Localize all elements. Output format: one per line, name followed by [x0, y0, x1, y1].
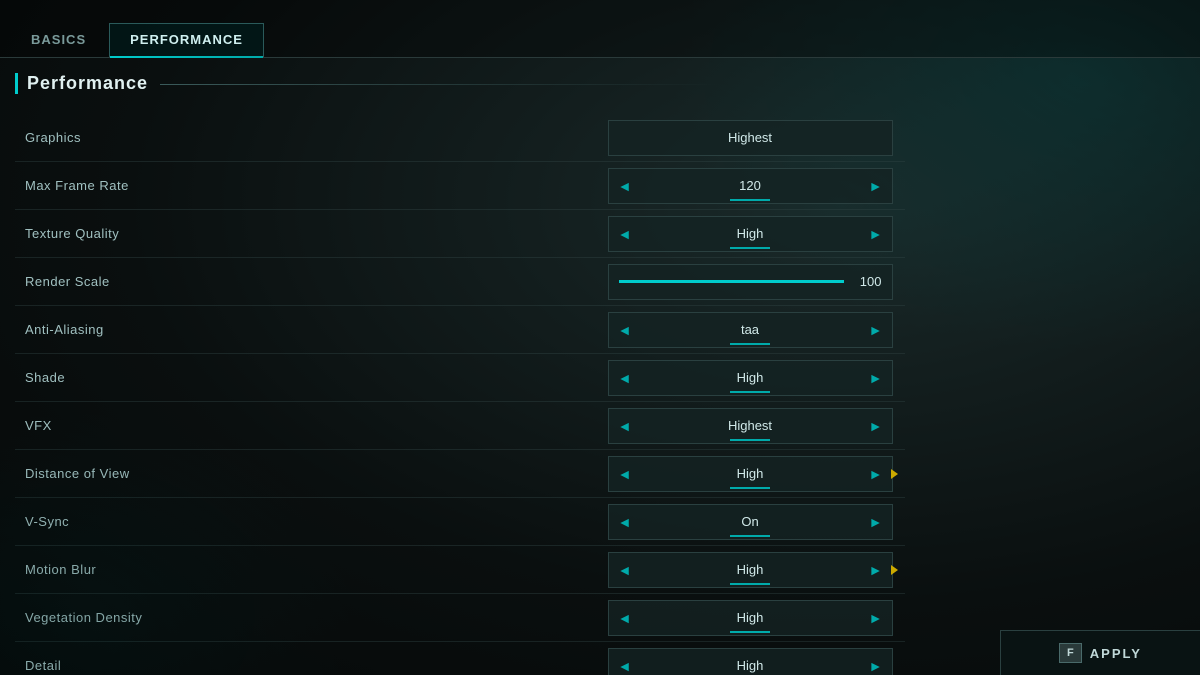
setting-row-render-scale: Render Scale 100 [15, 258, 905, 306]
arrow-control-distance-of-view: ◄High► [608, 456, 893, 492]
arrow-control-max-frame-rate: ◄120► [608, 168, 893, 204]
arrow-left-v-sync[interactable]: ◄ [609, 504, 641, 540]
arrow-left-detail[interactable]: ◄ [609, 648, 641, 675]
setting-row-texture-quality: Texture Quality◄High► [15, 210, 905, 258]
setting-control-motion-blur: ◄High► [605, 552, 895, 588]
arrow-control-vegetation-density: ◄High► [608, 600, 893, 636]
arrow-right-vfx[interactable]: ► [860, 408, 892, 444]
arrow-right-shade[interactable]: ► [860, 360, 892, 396]
setting-row-anti-aliasing: Anti-Aliasing◄taa► [15, 306, 905, 354]
settings-panel: GraphicsHighestMax Frame Rate◄120►Textur… [15, 114, 905, 675]
arrow-control-vfx: ◄Highest► [608, 408, 893, 444]
arrow-control-texture-quality: ◄High► [608, 216, 893, 252]
arrow-value-detail: High [641, 658, 860, 673]
setting-row-motion-blur: Motion Blur◄High► [15, 546, 905, 594]
slider-fill-render-scale [619, 280, 844, 283]
arrow-value-vegetation-density: High [641, 610, 860, 625]
apply-label: APPLY [1090, 646, 1142, 661]
arrow-value-distance-of-view: High [641, 466, 860, 481]
setting-control-graphics: Highest [605, 120, 895, 156]
setting-row-max-frame-rate: Max Frame Rate◄120► [15, 162, 905, 210]
setting-label-detail: Detail [25, 658, 605, 673]
setting-label-motion-blur: Motion Blur [25, 562, 605, 577]
setting-control-distance-of-view: ◄High► [605, 456, 895, 492]
setting-row-distance-of-view: Distance of View◄High► [15, 450, 905, 498]
static-value-graphics: Highest [608, 120, 893, 156]
arrow-right-max-frame-rate[interactable]: ► [860, 168, 892, 204]
arrow-left-anti-aliasing[interactable]: ◄ [609, 312, 641, 348]
setting-control-v-sync: ◄On► [605, 504, 895, 540]
setting-label-anti-aliasing: Anti-Aliasing [25, 322, 605, 337]
slider-track-render-scale [619, 280, 844, 283]
arrow-right-distance-of-view[interactable]: ► [860, 456, 892, 492]
setting-row-v-sync: V-Sync◄On► [15, 498, 905, 546]
setting-label-shade: Shade [25, 370, 605, 385]
arrow-right-motion-blur[interactable]: ► [860, 552, 892, 588]
setting-control-render-scale: 100 [605, 264, 895, 300]
setting-label-texture-quality: Texture Quality [25, 226, 605, 241]
setting-control-shade: ◄High► [605, 360, 895, 396]
setting-row-vfx: VFX◄Highest► [15, 402, 905, 450]
setting-row-shade: Shade◄High► [15, 354, 905, 402]
warn-indicator-distance-of-view [891, 469, 898, 479]
arrow-control-detail: ◄High► [608, 648, 893, 675]
arrow-value-vfx: Highest [641, 418, 860, 433]
arrow-right-detail[interactable]: ► [860, 648, 892, 675]
arrow-left-vfx[interactable]: ◄ [609, 408, 641, 444]
arrow-value-shade: High [641, 370, 860, 385]
arrow-value-max-frame-rate: 120 [641, 178, 860, 193]
section-header: Performance [15, 73, 1200, 94]
setting-label-v-sync: V-Sync [25, 514, 605, 529]
arrow-left-max-frame-rate[interactable]: ◄ [609, 168, 641, 204]
setting-control-texture-quality: ◄High► [605, 216, 895, 252]
arrow-left-vegetation-density[interactable]: ◄ [609, 600, 641, 636]
tab-performance[interactable]: PERFORMANCE [109, 23, 264, 57]
setting-label-vegetation-density: Vegetation Density [25, 610, 605, 625]
arrow-value-v-sync: On [641, 514, 860, 529]
page-title: Performance [15, 73, 720, 94]
arrow-right-v-sync[interactable]: ► [860, 504, 892, 540]
setting-control-detail: ◄High► [605, 648, 895, 675]
setting-label-render-scale: Render Scale [25, 274, 605, 289]
setting-label-max-frame-rate: Max Frame Rate [25, 178, 605, 193]
arrow-value-anti-aliasing: taa [641, 322, 860, 337]
setting-label-vfx: VFX [25, 418, 605, 433]
arrow-left-motion-blur[interactable]: ◄ [609, 552, 641, 588]
setting-row-detail: Detail◄High► [15, 642, 905, 675]
arrow-value-texture-quality: High [641, 226, 860, 241]
arrow-left-distance-of-view[interactable]: ◄ [609, 456, 641, 492]
arrow-left-shade[interactable]: ◄ [609, 360, 641, 396]
setting-row-vegetation-density: Vegetation Density◄High► [15, 594, 905, 642]
slider-value-render-scale: 100 [852, 274, 882, 289]
setting-control-vegetation-density: ◄High► [605, 600, 895, 636]
arrow-right-anti-aliasing[interactable]: ► [860, 312, 892, 348]
content-area: Performance GraphicsHighestMax Frame Rat… [0, 58, 1200, 675]
arrow-right-texture-quality[interactable]: ► [860, 216, 892, 252]
setting-control-anti-aliasing: ◄taa► [605, 312, 895, 348]
apply-key: F [1059, 643, 1082, 663]
slider-control-render-scale[interactable]: 100 [608, 264, 893, 300]
arrow-control-shade: ◄High► [608, 360, 893, 396]
setting-label-graphics: Graphics [25, 130, 605, 145]
apply-bar: F APPLY [1000, 630, 1200, 675]
warn-indicator-motion-blur [891, 565, 898, 575]
arrow-control-motion-blur: ◄High► [608, 552, 893, 588]
arrow-control-anti-aliasing: ◄taa► [608, 312, 893, 348]
setting-row-graphics: GraphicsHighest [15, 114, 905, 162]
tab-bar: BASICSPERFORMANCE [0, 0, 1200, 58]
setting-label-distance-of-view: Distance of View [25, 466, 605, 481]
arrow-left-texture-quality[interactable]: ◄ [609, 216, 641, 252]
setting-control-vfx: ◄Highest► [605, 408, 895, 444]
tab-basics[interactable]: BASICS [10, 23, 107, 57]
setting-control-max-frame-rate: ◄120► [605, 168, 895, 204]
arrow-control-v-sync: ◄On► [608, 504, 893, 540]
arrow-value-motion-blur: High [641, 562, 860, 577]
arrow-right-vegetation-density[interactable]: ► [860, 600, 892, 636]
